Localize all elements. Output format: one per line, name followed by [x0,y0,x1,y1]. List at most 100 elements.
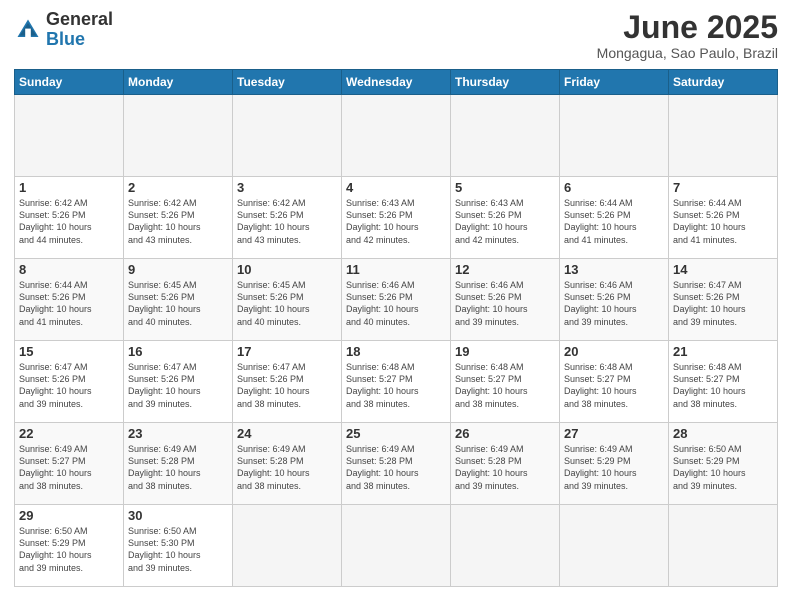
day-info: Sunrise: 6:50 AM Sunset: 5:29 PM Dayligh… [673,443,773,492]
calendar-cell [451,505,560,587]
day-info: Sunrise: 6:46 AM Sunset: 5:26 PM Dayligh… [564,279,664,328]
calendar-cell [451,95,560,177]
header-monday: Monday [124,70,233,95]
calendar-cell: 1Sunrise: 6:42 AM Sunset: 5:26 PM Daylig… [15,177,124,259]
day-info: Sunrise: 6:49 AM Sunset: 5:29 PM Dayligh… [564,443,664,492]
day-number: 27 [564,426,664,441]
calendar-row [15,95,778,177]
calendar-cell: 25 Sunrise: 6:49 AM Sunset: 5:28 PM Dayli… [342,423,451,505]
day-info: Sunrise: 6:50 AM Sunset: 5:30 PM Dayligh… [128,525,228,574]
day-number: 22 [19,426,119,441]
day-number: 8 [19,262,119,277]
day-number: 9 [128,262,228,277]
title-block: June 2025 Mongagua, Sao Paulo, Brazil [597,10,778,61]
calendar-cell [560,95,669,177]
location-subtitle: Mongagua, Sao Paulo, Brazil [597,45,778,61]
calendar-cell: 5Sunrise: 6:43 AM Sunset: 5:26 PM Daylig… [451,177,560,259]
calendar-cell: 26 Sunrise: 6:49 AM Sunset: 5:28 PM Dayli… [451,423,560,505]
day-info: Sunrise: 6:49 AM Sunset: 5:28 PM Dayligh… [455,443,555,492]
day-info: Sunrise: 6:44 AM Sunset: 5:26 PM Dayligh… [19,279,119,328]
day-number: 21 [673,344,773,359]
calendar-row: 1 Sunrise: 6:42 AM Sunset: 5:26 PM Daylig… [15,177,778,259]
day-info: Sunrise: 6:48 AM Sunset: 5:27 PM Dayligh… [673,361,773,410]
calendar-cell [233,505,342,587]
calendar-cell: 24Sunrise: 6:49 AM Sunset: 5:28 PM Dayli… [233,423,342,505]
calendar-cell: 11 Sunrise: 6:46 AM Sunset: 5:26 PM Dayli… [342,259,451,341]
day-info: Sunrise: 6:50 AM Sunset: 5:29 PM Dayligh… [19,525,119,574]
calendar-cell: 3Sunrise: 6:42 AM Sunset: 5:26 PM Daylig… [233,177,342,259]
calendar-table: Sunday Monday Tuesday Wednesday Thursday… [14,69,778,587]
day-number: 23 [128,426,228,441]
calendar-cell: 15Sunrise: 6:47 AM Sunset: 5:26 PM Dayli… [15,341,124,423]
day-info: Sunrise: 6:47 AM Sunset: 5:26 PM Dayligh… [237,361,337,410]
calendar-cell: 27 Sunrise: 6:49 AM Sunset: 5:29 PM Dayli… [560,423,669,505]
logo-icon [14,16,42,44]
calendar-cell: 16 Sunrise: 6:47 AM Sunset: 5:26 PM Dayli… [124,341,233,423]
calendar-cell [342,505,451,587]
day-number: 15 [19,344,119,359]
day-number: 1 [19,180,119,195]
day-number: 26 [455,426,555,441]
calendar-cell [124,95,233,177]
calendar-cell: 13 Sunrise: 6:46 AM Sunset: 5:26 PM Dayli… [560,259,669,341]
calendar-cell [342,95,451,177]
day-number: 18 [346,344,446,359]
day-number: 14 [673,262,773,277]
day-info: Sunrise: 6:45 AM Sunset: 5:26 PM Dayligh… [128,279,228,328]
calendar-cell: 9 Sunrise: 6:45 AM Sunset: 5:26 PM Daylig… [124,259,233,341]
day-info: Sunrise: 6:48 AM Sunset: 5:27 PM Dayligh… [455,361,555,410]
day-number: 25 [346,426,446,441]
day-number: 16 [128,344,228,359]
header-wednesday: Wednesday [342,70,451,95]
day-info: Sunrise: 6:44 AM Sunset: 5:26 PM Dayligh… [564,197,664,246]
calendar-cell: 14Sunrise: 6:47 AM Sunset: 5:26 PM Dayli… [669,259,778,341]
calendar-cell [15,95,124,177]
day-info: Sunrise: 6:46 AM Sunset: 5:26 PM Dayligh… [455,279,555,328]
calendar-cell [669,505,778,587]
page: General Blue June 2025 Mongagua, Sao Pau… [0,0,792,612]
day-info: Sunrise: 6:49 AM Sunset: 5:28 PM Dayligh… [128,443,228,492]
day-info: Sunrise: 6:44 AM Sunset: 5:26 PM Dayligh… [673,197,773,246]
day-number: 28 [673,426,773,441]
day-number: 20 [564,344,664,359]
calendar-cell: 17 Sunrise: 6:47 AM Sunset: 5:26 PM Dayli… [233,341,342,423]
calendar-cell: 12 Sunrise: 6:46 AM Sunset: 5:26 PM Dayli… [451,259,560,341]
calendar-cell: 20Sunrise: 6:48 AM Sunset: 5:27 PM Dayli… [560,341,669,423]
calendar-cell [233,95,342,177]
calendar-cell: 18 Sunrise: 6:48 AM Sunset: 5:27 PM Dayli… [342,341,451,423]
calendar-cell: 4 Sunrise: 6:43 AM Sunset: 5:26 PM Daylig… [342,177,451,259]
calendar-cell: 22 Sunrise: 6:49 AM Sunset: 5:27 PM Dayli… [15,423,124,505]
weekday-header-row: Sunday Monday Tuesday Wednesday Thursday… [15,70,778,95]
day-number: 12 [455,262,555,277]
calendar-cell: 10Sunrise: 6:45 AM Sunset: 5:26 PM Dayli… [233,259,342,341]
day-number: 6 [564,180,664,195]
day-number: 10 [237,262,337,277]
day-info: Sunrise: 6:47 AM Sunset: 5:26 PM Dayligh… [128,361,228,410]
logo-general: General [46,10,113,30]
day-info: Sunrise: 6:49 AM Sunset: 5:28 PM Dayligh… [237,443,337,492]
logo-text: General Blue [46,10,113,50]
calendar-cell: 19Sunrise: 6:48 AM Sunset: 5:27 PM Dayli… [451,341,560,423]
calendar-cell: 29Sunrise: 6:50 AM Sunset: 5:29 PM Dayli… [15,505,124,587]
logo: General Blue [14,10,113,50]
header-thursday: Thursday [451,70,560,95]
day-number: 5 [455,180,555,195]
day-info: Sunrise: 6:43 AM Sunset: 5:26 PM Dayligh… [346,197,446,246]
day-number: 13 [564,262,664,277]
header-saturday: Saturday [669,70,778,95]
calendar-cell [560,505,669,587]
day-number: 17 [237,344,337,359]
calendar-row: 22 Sunrise: 6:49 AM Sunset: 5:27 PM Dayli… [15,423,778,505]
day-number: 30 [128,508,228,523]
header-sunday: Sunday [15,70,124,95]
day-number: 11 [346,262,446,277]
calendar-cell: 28 Sunrise: 6:50 AM Sunset: 5:29 PM Dayli… [669,423,778,505]
day-info: Sunrise: 6:46 AM Sunset: 5:26 PM Dayligh… [346,279,446,328]
day-info: Sunrise: 6:48 AM Sunset: 5:27 PM Dayligh… [346,361,446,410]
day-info: Sunrise: 6:49 AM Sunset: 5:28 PM Dayligh… [346,443,446,492]
calendar-cell: 30 Sunrise: 6:50 AM Sunset: 5:30 PM Dayli… [124,505,233,587]
calendar-row: 8 Sunrise: 6:44 AM Sunset: 5:26 PM Daylig… [15,259,778,341]
day-info: Sunrise: 6:42 AM Sunset: 5:26 PM Dayligh… [128,197,228,246]
day-number: 4 [346,180,446,195]
day-info: Sunrise: 6:49 AM Sunset: 5:27 PM Dayligh… [19,443,119,492]
